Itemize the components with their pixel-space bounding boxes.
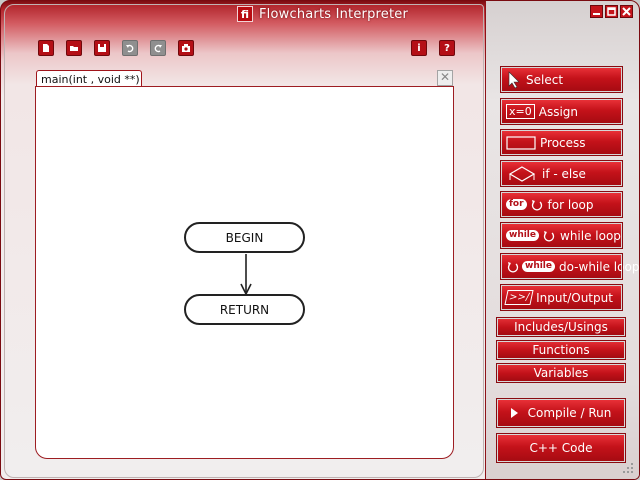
info-icon: i xyxy=(417,42,421,54)
cpp-code-label: C++ Code xyxy=(529,441,593,455)
redo-button[interactable] xyxy=(150,40,166,56)
functions-button[interactable]: Functions xyxy=(496,340,626,360)
toolbar xyxy=(38,40,194,56)
title-bar: fi Flowcharts Interpreter xyxy=(237,5,408,23)
minimize-button[interactable] xyxy=(590,5,603,18)
for-loop-tool-label: for loop xyxy=(547,197,594,212)
open-file-button[interactable] xyxy=(66,40,82,56)
close-icon: ✕ xyxy=(439,70,451,84)
while-loop-icon: while xyxy=(506,229,556,243)
includes-usings-button[interactable]: Includes/Usings xyxy=(496,317,626,337)
open-folder-icon xyxy=(70,46,78,51)
play-icon xyxy=(510,408,518,418)
for-icon-text: for xyxy=(506,199,527,210)
info-button[interactable]: i xyxy=(411,40,427,56)
for-loop-icon: for xyxy=(506,198,544,212)
assign-tool-label: Assign xyxy=(538,104,579,119)
if-else-tool-button[interactable]: if - else xyxy=(500,160,623,187)
cpp-code-button[interactable]: C++ Code xyxy=(496,433,626,463)
assign-icon-text: x=0 xyxy=(506,104,535,119)
toolbar-help: i ? xyxy=(411,40,455,56)
process-tool-button[interactable]: Process xyxy=(500,129,623,156)
select-tool-label: Select xyxy=(526,72,564,87)
compile-run-button[interactable]: Compile / Run xyxy=(496,398,626,428)
minimize-icon xyxy=(593,13,600,15)
assign-tool-button[interactable]: x=0 Assign xyxy=(500,98,623,125)
maximize-icon xyxy=(607,7,616,16)
close-button[interactable] xyxy=(620,5,633,18)
do-while-icon-text: while xyxy=(522,261,555,272)
undo-icon xyxy=(126,44,134,53)
do-while-loop-tool-label: do-while loop xyxy=(559,259,640,274)
maximize-button[interactable] xyxy=(605,5,618,18)
for-loop-tool-button[interactable]: for for loop xyxy=(500,191,623,218)
save-icon xyxy=(98,44,106,52)
begin-node[interactable]: BEGIN xyxy=(184,222,305,253)
compile-run-label: Compile / Run xyxy=(527,406,612,420)
io-icon-text: >>/ xyxy=(504,290,534,305)
do-while-loop-tool-button[interactable]: while do-while loop xyxy=(500,253,639,280)
if-else-tool-label: if - else xyxy=(542,166,586,181)
new-file-button[interactable] xyxy=(38,40,54,56)
flowchart-canvas[interactable]: BEGIN RETURN xyxy=(35,86,454,459)
screenshot-icon xyxy=(182,44,190,52)
io-icon: >>/ xyxy=(504,290,534,305)
process-tool-label: Process xyxy=(540,135,586,150)
redo-icon xyxy=(154,44,162,53)
save-button[interactable] xyxy=(94,40,110,56)
process-icon xyxy=(506,135,536,150)
return-node[interactable]: RETURN xyxy=(184,294,305,325)
variables-button[interactable]: Variables xyxy=(496,363,626,383)
export-image-button[interactable] xyxy=(178,40,194,56)
close-icon xyxy=(622,7,631,16)
assign-icon: x=0 xyxy=(506,104,535,119)
window-controls xyxy=(590,5,633,18)
cursor-icon xyxy=(506,70,522,89)
app-logo-icon: fi xyxy=(237,6,253,22)
app-title: Flowcharts Interpreter xyxy=(259,6,409,22)
app-window: fi Flowcharts Interpreter i ? main(int ,… xyxy=(0,0,640,480)
help-button[interactable]: ? xyxy=(439,40,455,56)
undo-button[interactable] xyxy=(122,40,138,56)
while-loop-tool-button[interactable]: while while loop xyxy=(500,222,623,249)
input-output-tool-label: Input/Output xyxy=(536,290,613,305)
help-icon: ? xyxy=(444,42,450,54)
select-tool-button[interactable]: Select xyxy=(500,66,623,93)
input-output-tool-button[interactable]: >>/ Input/Output xyxy=(500,284,623,311)
while-loop-tool-label: while loop xyxy=(560,228,621,243)
resize-grip-icon[interactable] xyxy=(621,461,635,475)
flow-arrow xyxy=(240,254,252,296)
decision-icon xyxy=(506,165,538,183)
while-icon-text: while xyxy=(506,230,539,241)
do-while-loop-icon: while xyxy=(506,260,555,274)
new-file-icon xyxy=(43,44,49,52)
close-tab-button[interactable]: ✕ xyxy=(437,70,453,86)
